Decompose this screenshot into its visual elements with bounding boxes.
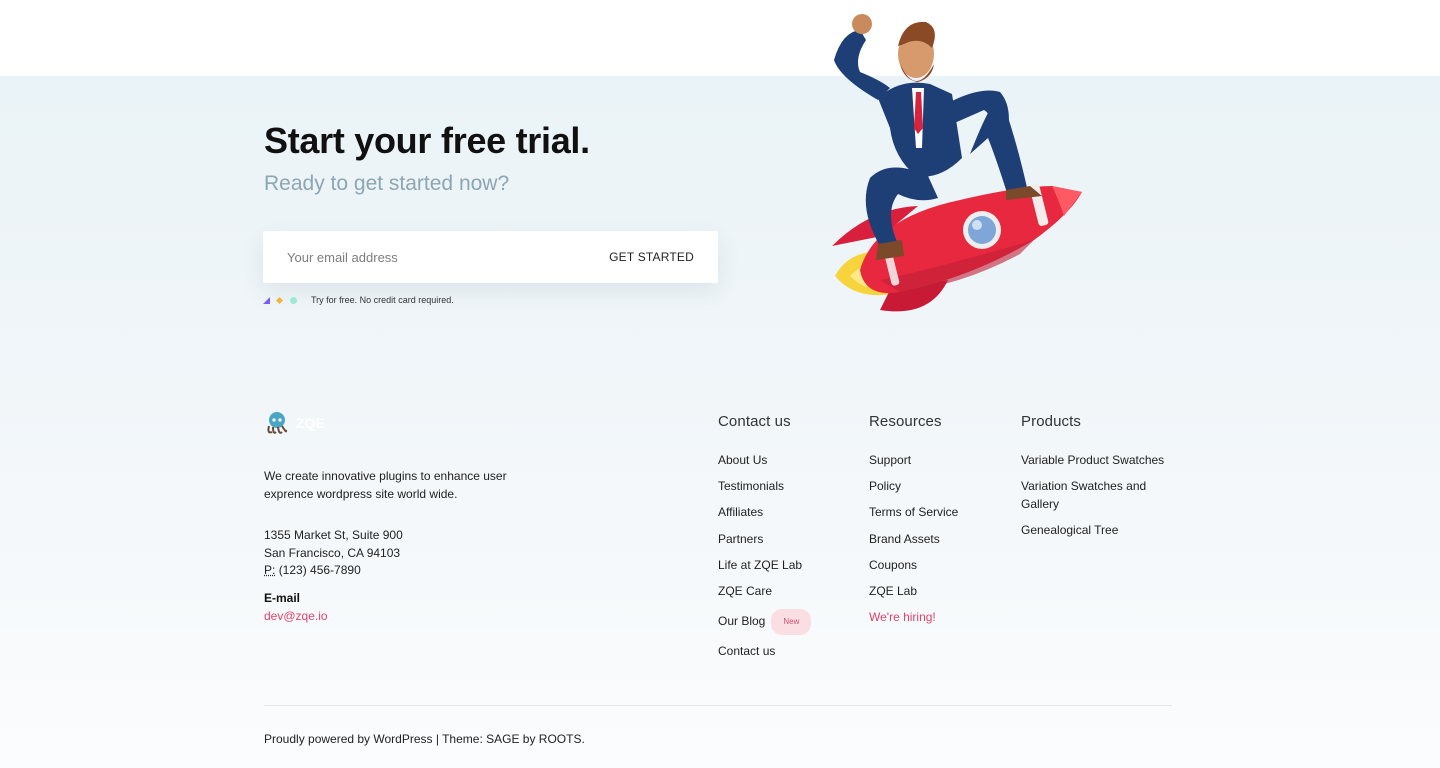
contact-column-title: Contact us (718, 413, 791, 430)
footer-link-zqe-lab[interactable]: ZQE Lab (869, 583, 958, 601)
diamond-icon (275, 296, 284, 304)
products-column-title: Products (1021, 413, 1081, 430)
rocket-businessman-illustration (832, 14, 1082, 312)
circle-icon (290, 296, 297, 304)
footer-link-testimonials[interactable]: Testimonials (718, 478, 811, 496)
footer-link-partners[interactable]: Partners (718, 531, 811, 549)
footer-link-support[interactable]: Support (869, 452, 958, 470)
company-address: 1355 Market St, Suite 900 San Francisco,… (264, 527, 403, 580)
top-header-band (0, 0, 1440, 76)
footer-link-contact-us[interactable]: Contact us (718, 643, 811, 661)
cta-title: Start your free trial. (264, 120, 590, 162)
address-line-2: San Francisco, CA 94103 (264, 545, 401, 560)
footer-link-were-hiring[interactable]: We're hiring! (869, 609, 958, 627)
footer-link-affiliates[interactable]: Affiliates (718, 504, 811, 522)
footer-link-policy[interactable]: Policy (869, 478, 958, 496)
footer-link-genealogical-tree[interactable]: Genealogical Tree (1021, 522, 1181, 540)
footer-link-variation-swatches-gallery[interactable]: Variation Swatches and Gallery (1021, 478, 1181, 513)
cta-title-prefix: Start your (264, 120, 432, 161)
resources-column: Resources Support Policy Terms of Servic… (869, 413, 958, 635)
footer-link-life-at-zqe-lab[interactable]: Life at ZQE Lab (718, 557, 811, 575)
email-link[interactable]: dev@zqe.io (264, 609, 328, 623)
trial-note: Try for free. No credit card required. (263, 295, 454, 305)
phone-line: P: (123) 456-7890 (264, 562, 403, 580)
octopus-logo-icon (267, 412, 288, 434)
email-input[interactable] (287, 249, 547, 265)
phone-number: (123) 456-7890 (278, 563, 361, 577)
triangle-icon (263, 296, 270, 304)
footer-link-our-blog[interactable]: Our Blog New (718, 609, 812, 635)
resources-column-title: Resources (869, 413, 942, 430)
footer-link-terms-of-service[interactable]: Terms of Service (869, 504, 958, 522)
about-text: We create innovative plugins to enhance … (264, 469, 507, 501)
footer-credits: Proudly powered by WordPress | Theme: SA… (264, 732, 585, 746)
new-badge: New (771, 609, 812, 635)
signup-form: GET STARTED (263, 231, 718, 283)
brand-name: ZQE (296, 415, 325, 431)
products-column: Products Variable Product Swatches Varia… (1021, 413, 1181, 548)
phone-label: P: (264, 563, 276, 577)
trial-note-text: Try for free. No credit card required. (311, 295, 454, 305)
get-started-button[interactable]: GET STARTED (609, 250, 694, 264)
address-line-1: 1355 Market St, Suite 900 (264, 528, 403, 542)
footer-brand[interactable]: ZQE (264, 410, 325, 436)
footer-link-brand-assets[interactable]: Brand Assets (869, 531, 958, 549)
cta-title-highlight: free trial. (441, 120, 590, 161)
footer-link-about-us[interactable]: About Us (718, 452, 811, 470)
cta-subtitle: Ready to get started now? (264, 172, 510, 195)
footer-divider (264, 705, 1172, 706)
footer-link-zqe-care[interactable]: ZQE Care (718, 583, 811, 601)
footer-link-coupons[interactable]: Coupons (869, 557, 958, 575)
email-label: E-mail (264, 591, 301, 605)
contact-column: Contact us About Us Testimonials Affilia… (718, 413, 812, 670)
footer-link-variable-product-swatches[interactable]: Variable Product Swatches (1021, 452, 1181, 470)
